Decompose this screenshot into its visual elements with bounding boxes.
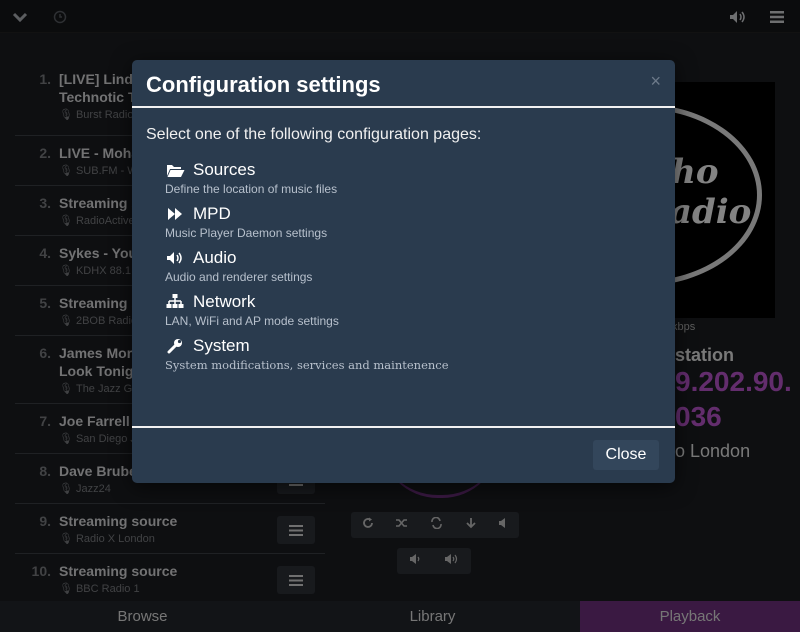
close-button[interactable]: Close: [593, 440, 659, 470]
config-option-description: System modifications, services and maint…: [165, 358, 449, 372]
modal-header: Configuration settings ×: [132, 60, 675, 108]
modal-intro: Select one of the following configuratio…: [146, 126, 482, 143]
modal-body: Select one of the following configuratio…: [132, 108, 675, 372]
fast-forward-icon: [165, 205, 185, 223]
config-option-label[interactable]: Sources: [193, 160, 255, 180]
sitemap-icon: [165, 293, 185, 311]
modal-footer: Close: [132, 426, 675, 483]
configuration-modal: Configuration settings × Select one of t…: [132, 60, 675, 483]
config-option-description: LAN, WiFi and AP mode settings: [165, 314, 339, 328]
config-option-label[interactable]: Network: [193, 292, 255, 312]
config-option-label[interactable]: MPD: [193, 204, 231, 224]
folder-open-icon: [165, 161, 185, 179]
config-option-mpd[interactable]: MPD Music Player Daemon settings: [165, 204, 661, 240]
modal-title: Configuration settings: [146, 72, 381, 97]
config-option-label[interactable]: System: [193, 336, 250, 356]
config-option-network[interactable]: Network LAN, WiFi and AP mode settings: [165, 292, 661, 328]
config-option-description: Audio and renderer settings: [165, 270, 313, 284]
volume-icon: [165, 249, 185, 267]
config-option-sources[interactable]: Sources Define the location of music fil…: [165, 160, 661, 196]
config-option-description: Music Player Daemon settings: [165, 226, 328, 240]
close-icon[interactable]: ×: [650, 71, 661, 92]
config-option-description: Define the location of music files: [165, 182, 338, 196]
config-option-label[interactable]: Audio: [193, 248, 236, 268]
wrench-icon: [165, 337, 185, 355]
config-option-system[interactable]: System System modifications, services an…: [165, 336, 661, 372]
config-option-audio[interactable]: Audio Audio and renderer settings: [165, 248, 661, 284]
